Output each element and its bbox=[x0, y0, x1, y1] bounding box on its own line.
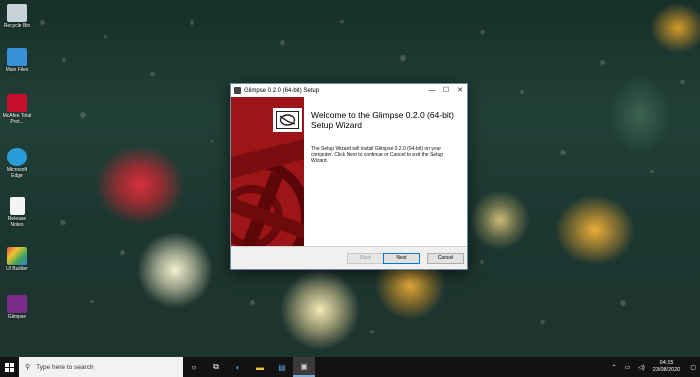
search-icon: ⚲ bbox=[25, 364, 31, 371]
installer-icon bbox=[234, 87, 241, 94]
search-placeholder: Type here to search bbox=[36, 363, 94, 371]
desktop-icon-glimpse[interactable]: Glimpse bbox=[2, 295, 32, 320]
clock[interactable]: 04:15 23/08/2020 bbox=[653, 360, 681, 374]
cancel-button[interactable]: Cancel bbox=[427, 253, 464, 264]
next-button[interactable]: Next bbox=[383, 253, 420, 264]
clock-date: 23/08/2020 bbox=[652, 367, 681, 373]
wizard-heading: Welcome to the Glimpse 0.2.0 (64-bit) Se… bbox=[311, 110, 454, 130]
taskbar-search[interactable]: ⚲ Type here to search bbox=[19, 357, 183, 377]
desktop-icon-recycle-bin[interactable]: Recycle Bin bbox=[2, 4, 32, 29]
close-button[interactable]: ✕ bbox=[453, 84, 467, 97]
desktop-icon-release-notes[interactable]: Release Notes bbox=[2, 197, 32, 228]
mcafee-icon bbox=[7, 94, 27, 112]
desktop-icon-mcafee[interactable]: McAfee Total Prot... bbox=[2, 94, 32, 125]
desktop-icon-ui-builder[interactable]: Ul Builder bbox=[2, 247, 32, 272]
document-icon bbox=[9, 197, 25, 215]
ui-builder-icon bbox=[7, 247, 27, 265]
wizard-banner bbox=[231, 97, 304, 246]
maximize-button[interactable]: ☐ bbox=[439, 84, 453, 97]
glimpse-icon bbox=[7, 295, 27, 313]
network-icon[interactable]: ▭ bbox=[625, 364, 631, 371]
notification-icon[interactable]: ▢ bbox=[690, 364, 696, 371]
file-explorer-icon[interactable]: ▬ bbox=[249, 357, 271, 377]
edge-taskbar-icon[interactable]: ◐ bbox=[227, 357, 249, 377]
cortana-icon[interactable]: ○ bbox=[183, 357, 205, 377]
windows-icon bbox=[5, 362, 14, 372]
folder-icon bbox=[7, 48, 27, 66]
start-button[interactable] bbox=[0, 357, 19, 377]
title-bar[interactable]: Glimpse 0.2.0 (64-bit) Setup — ☐ ✕ bbox=[231, 84, 467, 97]
minimize-button[interactable]: — bbox=[425, 84, 439, 97]
back-button[interactable]: Back bbox=[347, 253, 384, 264]
clock-time: 04:15 bbox=[659, 360, 674, 366]
chevron-up-icon[interactable]: ⌃ bbox=[611, 364, 616, 371]
wizard-description: The Setup Wizard will install Glimpse 0.… bbox=[311, 146, 444, 164]
desktop-icon-edge[interactable]: Microsoft Edge bbox=[2, 148, 32, 179]
taskbar: ⚲ Type here to search ○ ⧉ ◐ ▬ ▤ ▣ ⌃ ▭ ◁)… bbox=[0, 357, 700, 377]
setup-window: Glimpse 0.2.0 (64-bit) Setup — ☐ ✕ Welco… bbox=[230, 83, 468, 270]
task-view-icon[interactable]: ⧉ bbox=[205, 357, 227, 377]
system-tray: ⌃ ▭ ◁) 04:15 23/08/2020 ▢ bbox=[607, 357, 700, 377]
edge-icon bbox=[7, 148, 27, 166]
wizard-footer: Back Next Cancel bbox=[231, 246, 467, 269]
volume-icon[interactable]: ◁) bbox=[638, 364, 645, 371]
recycle-bin-icon bbox=[7, 4, 27, 22]
window-title: Glimpse 0.2.0 (64-bit) Setup bbox=[244, 87, 320, 94]
desktop-icon-main-files[interactable]: Main Files bbox=[2, 48, 32, 73]
store-icon[interactable]: ▤ bbox=[271, 357, 293, 377]
glimpse-logo bbox=[273, 108, 302, 132]
installer-taskbar-icon[interactable]: ▣ bbox=[293, 357, 315, 377]
